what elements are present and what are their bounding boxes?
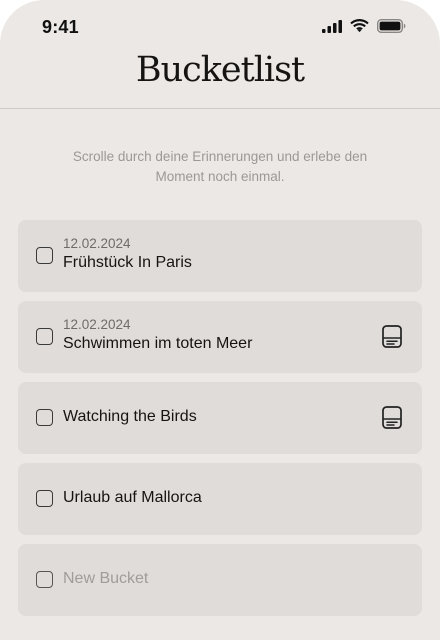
bucket-item[interactable]: 12.02.2024 Schwimmen im toten Meer	[18, 301, 422, 373]
bucket-date: 12.02.2024	[63, 236, 131, 251]
intro-text: Scrolle durch deine Erinnerungen und erl…	[72, 149, 368, 184]
bucket-title: Urlaub auf Mallorca	[63, 489, 202, 506]
checkbox-icon[interactable]	[36, 409, 53, 426]
note-icon[interactable]	[382, 325, 402, 348]
cellular-signal-icon	[322, 19, 342, 33]
page-title: Bucketlist	[135, 50, 305, 90]
new-bucket-input[interactable]: New Bucket	[63, 570, 148, 588]
wifi-icon	[350, 19, 369, 33]
bucket-title: Frühstück In Paris	[63, 254, 192, 271]
bucket-title: Schwimmen im toten Meer	[63, 335, 253, 352]
bucket-list: 12.02.2024 Frühstück In Paris 12.02.2024…	[18, 220, 422, 625]
checkbox-icon[interactable]	[36, 571, 53, 588]
status-icons	[322, 18, 406, 34]
checkbox-icon[interactable]	[36, 247, 53, 264]
new-bucket-item[interactable]: New Bucket	[18, 544, 422, 616]
bucket-item[interactable]: 12.02.2024 Frühstück In Paris	[18, 220, 422, 292]
bucket-item[interactable]: Watching the Birds	[18, 382, 422, 454]
status-time: 9:41	[42, 17, 79, 37]
bucket-title: Watching the Birds	[63, 408, 197, 425]
note-icon[interactable]	[382, 406, 402, 429]
header-divider	[0, 108, 440, 109]
bucket-item[interactable]: Urlaub auf Mallorca	[18, 463, 422, 535]
checkbox-icon[interactable]	[36, 490, 53, 507]
status-bar: 9:41	[0, 0, 440, 56]
checkbox-icon[interactable]	[36, 328, 53, 345]
battery-icon	[376, 18, 406, 34]
app-screen: 9:41 Bucketlist Scrolle durch deine Erin…	[0, 0, 440, 640]
bucket-date: 12.02.2024	[63, 317, 131, 332]
